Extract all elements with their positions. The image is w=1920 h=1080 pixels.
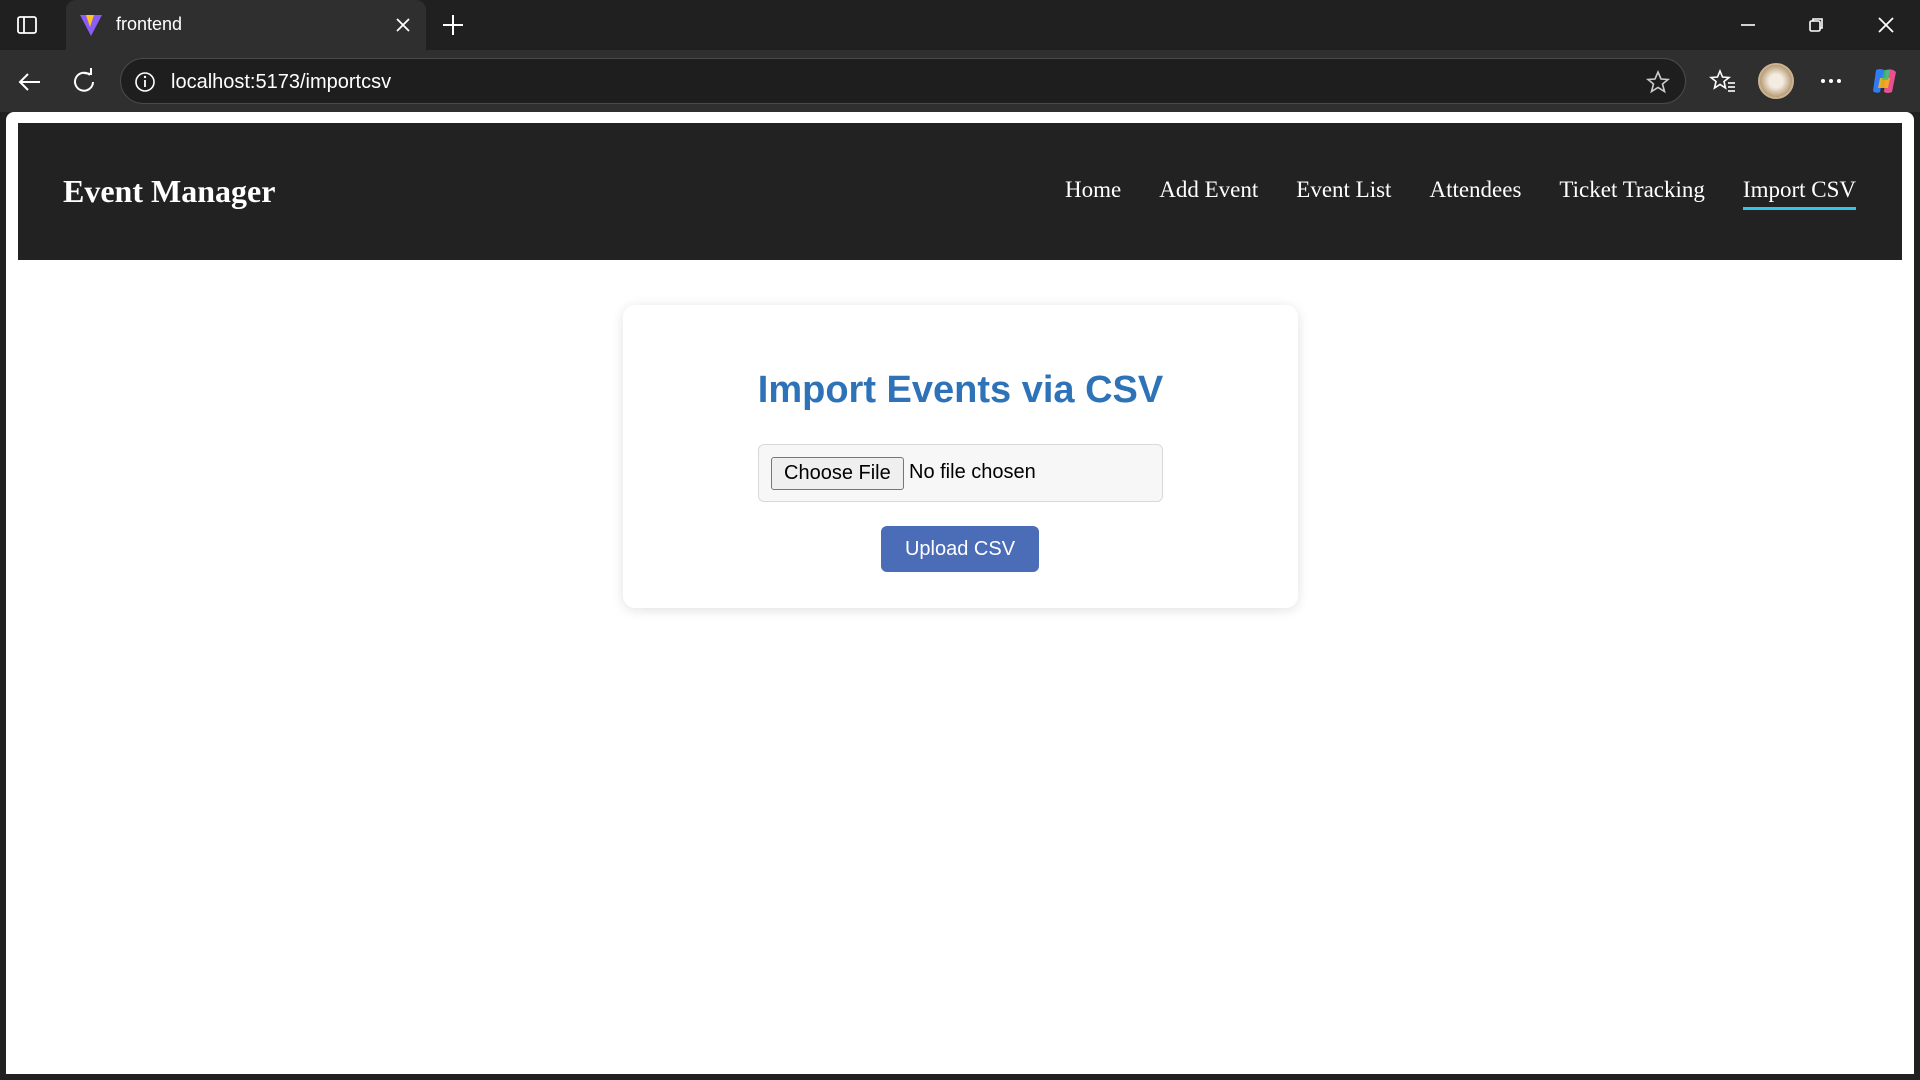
tab-title: frontend (116, 14, 183, 34)
nav-attendees[interactable]: Attendees (1429, 177, 1521, 210)
new-tab-icon[interactable] (438, 10, 468, 40)
tab-strip: frontend (0, 0, 1920, 50)
profile-avatar[interactable] (1758, 63, 1794, 99)
vite-icon (78, 12, 104, 38)
more-options-icon[interactable] (1814, 64, 1848, 98)
url-text: localhost:5173/importcsv (171, 71, 392, 93)
active-tab[interactable]: frontend (66, 0, 426, 50)
favorites-icon[interactable] (1706, 64, 1740, 98)
upload-csv-button[interactable]: Upload CSV (881, 526, 1039, 572)
nav-home[interactable]: Home (1065, 177, 1121, 210)
main-nav: Home Add Event Event List Attendees Tick… (1065, 177, 1856, 210)
bottom-edge (0, 1074, 1920, 1080)
refresh-icon[interactable] (68, 66, 100, 98)
site-header: Event Manager Home Add Event Event List … (18, 123, 1902, 260)
page-title: Import Events via CSV (757, 369, 1164, 411)
close-tab-icon[interactable] (392, 14, 414, 36)
tab-actions-icon[interactable] (14, 12, 40, 38)
site-info-icon[interactable] (133, 70, 157, 94)
import-card: Import Events via CSV Choose File No fil… (623, 305, 1298, 608)
nav-event-list[interactable]: Event List (1296, 177, 1391, 210)
favorite-star-icon[interactable] (1645, 69, 1671, 95)
site-brand[interactable]: Event Manager (63, 173, 275, 210)
file-input[interactable]: Choose File No file chosen (758, 444, 1163, 502)
copilot-icon[interactable] (1868, 64, 1902, 98)
choose-file-button[interactable]: Choose File (771, 457, 904, 490)
file-status-text: No file chosen (909, 461, 1036, 483)
restore-icon[interactable] (1802, 12, 1830, 38)
page-viewport: Event Manager Home Add Event Event List … (6, 112, 1914, 1074)
close-window-icon[interactable] (1872, 12, 1900, 38)
minimize-icon[interactable] (1734, 12, 1762, 38)
nav-add-event[interactable]: Add Event (1159, 177, 1258, 210)
address-bar[interactable]: localhost:5173/importcsv (120, 58, 1686, 104)
nav-import-csv[interactable]: Import CSV (1742, 177, 1856, 210)
nav-ticket-tracking[interactable]: Ticket Tracking (1559, 177, 1704, 210)
back-icon[interactable] (14, 66, 46, 98)
